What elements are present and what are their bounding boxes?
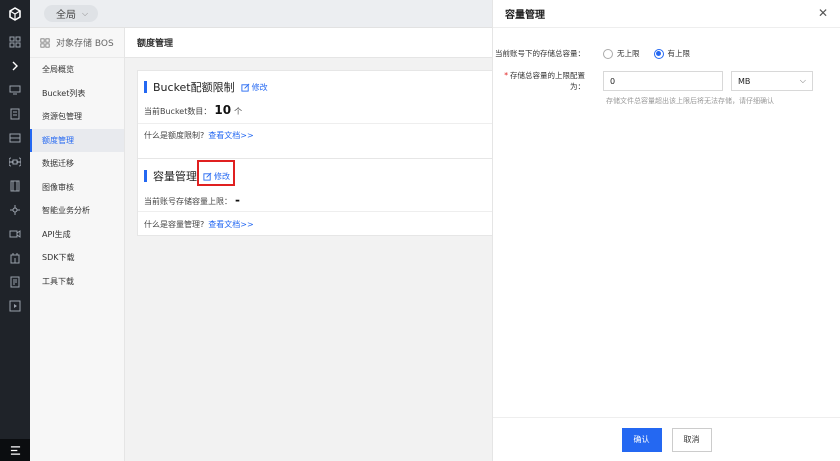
region-label: 全局 xyxy=(56,10,76,21)
dashboard-grid-icon[interactable] xyxy=(0,30,30,54)
sidebar-item-label: 全局概览 xyxy=(42,65,74,75)
storage-icon[interactable] xyxy=(0,126,30,150)
capacity-card: 容量管理 修改 当前账号存储容量上限： - 什么是容量管理? 查看文档>> xyxy=(137,158,497,236)
drawer-footer: 确认 取消 xyxy=(493,417,840,461)
menu-toggle-icon[interactable] xyxy=(0,439,30,461)
radio-limited[interactable]: 有上限 xyxy=(653,48,691,59)
global-nav-rail xyxy=(0,0,30,461)
sidebar-item-overview[interactable]: 全局概览 xyxy=(30,58,124,82)
divider xyxy=(138,123,496,124)
sidebar-item-analytics[interactable]: 智能业务分析 xyxy=(30,199,124,223)
radio-unlimited-circle xyxy=(603,48,613,59)
sidebar-item-sdk[interactable]: SDK下载 xyxy=(30,246,124,270)
capacity-mode-row: 当前账号下的存储总容量： 无上限 有上限 xyxy=(493,48,704,59)
capacity-drawer: 容量管理 ✕ 当前账号下的存储总容量： 无上限 有上限 * 存储总容量的上限配置为… xyxy=(492,0,840,461)
capacity-doc-link[interactable]: 查看文档>> xyxy=(208,220,253,229)
highlight-box xyxy=(197,160,235,186)
product-name: 对象存储 BOS xyxy=(56,39,114,49)
capacity-value-row: * 存储总容量的上限配置为： 0 MB ⌵ xyxy=(493,70,813,92)
network-icon[interactable] xyxy=(0,102,30,126)
product-sidebar: 对象存储 BOS 全局概览 Bucket列表 资源包管理 额度管理 数据迁移 图… xyxy=(30,28,125,461)
main-content: 额度管理 Bucket配额限制 修改 当前Bucket数目： 10 个 什么是额度限… xyxy=(125,28,497,461)
sidebar-item-label: SDK下载 xyxy=(42,253,75,263)
section-accent-bar xyxy=(144,170,147,182)
sidebar-item-label: 智能业务分析 xyxy=(42,206,90,216)
unit-select[interactable]: MB ⌵ xyxy=(731,71,813,91)
sidebar-item-api[interactable]: API生成 xyxy=(30,223,124,247)
bucket-count-label: 当前Bucket数目： xyxy=(144,107,212,116)
bucket-card-title: Bucket配额限制 xyxy=(153,81,235,94)
capacity-value-label: 存储总容量的上限配置为： xyxy=(510,71,585,91)
bucket-doc-link[interactable]: 查看文档>> xyxy=(208,131,253,140)
sidebar-item-label: API生成 xyxy=(42,229,71,239)
capacity-limit-value: - xyxy=(235,193,240,207)
radio-limited-label: 有上限 xyxy=(667,49,691,58)
sidebar-item-resource-pack[interactable]: 资源包管理 xyxy=(30,105,124,129)
page-title: 额度管理 xyxy=(125,28,492,58)
capacity-doc-row: 什么是容量管理? 查看文档>> xyxy=(144,219,254,230)
cloud-logo-icon[interactable] xyxy=(0,0,30,28)
expand-chevron-icon[interactable] xyxy=(0,54,30,78)
product-grid-icon xyxy=(40,37,50,48)
sidebar-item-label: 额度管理 xyxy=(42,135,74,145)
product-header: 对象存储 BOS xyxy=(30,28,124,58)
sidebar-item-label: 资源包管理 xyxy=(42,112,82,122)
sidebar-item-bucket-list[interactable]: Bucket列表 xyxy=(30,82,124,106)
drawer-title: 容量管理 xyxy=(493,0,840,28)
capacity-limit-label: 当前账号存储容量上限： xyxy=(144,197,232,206)
ai-icon[interactable] xyxy=(0,198,30,222)
compute-icon[interactable] xyxy=(0,78,30,102)
chevron-down-icon: ⌵ xyxy=(82,8,89,18)
bucket-doc-row: 什么是额度限制? 查看文档>> xyxy=(144,130,254,141)
sidebar-item-label: 数据迁移 xyxy=(42,159,74,169)
radio-unlimited-label: 无上限 xyxy=(617,49,640,58)
sidebar-item-label: 图像审核 xyxy=(42,182,74,192)
database-icon[interactable] xyxy=(0,174,30,198)
region-selector[interactable]: 全局 ⌵ xyxy=(44,5,99,22)
capacity-limit-row: 当前账号存储容量上限： - xyxy=(144,193,243,207)
chevron-down-icon: ⌵ xyxy=(799,76,806,85)
required-mark: * xyxy=(504,71,508,80)
sidebar-item-tools[interactable]: 工具下载 xyxy=(30,270,124,294)
sidebar-item-quota[interactable]: 额度管理 xyxy=(30,128,124,152)
video-icon[interactable] xyxy=(0,222,30,246)
capacity-value-label-wrap: * 存储总容量的上限配置为： xyxy=(493,70,591,92)
bucket-edit-link[interactable]: 修改 xyxy=(241,82,268,93)
edit-icon xyxy=(241,83,250,92)
radio-limited-circle xyxy=(653,48,664,59)
sidebar-item-label: Bucket列表 xyxy=(42,88,86,98)
unit-select-value: MB xyxy=(738,76,751,86)
command-icon[interactable] xyxy=(0,150,30,174)
bucket-question: 什么是额度限制? xyxy=(144,131,205,140)
capacity-card-title: 容量管理 xyxy=(153,170,197,183)
media-play-icon[interactable] xyxy=(0,294,30,318)
capacity-input[interactable]: 0 xyxy=(603,71,723,91)
confirm-button[interactable]: 确认 xyxy=(621,427,662,452)
edit-label: 修改 xyxy=(251,82,268,92)
bucket-count-value: 10 xyxy=(214,103,232,117)
sidebar-item-migration[interactable]: 数据迁移 xyxy=(30,152,124,176)
sidebar-item-image-review[interactable]: 图像审核 xyxy=(30,176,124,200)
close-icon[interactable]: ✕ xyxy=(816,6,830,20)
capacity-hint: 存储文件总容量超出该上限后将无法存储，请仔细确认 xyxy=(606,97,774,105)
building-icon[interactable] xyxy=(0,246,30,270)
capacity-mode-label: 当前账号下的存储总容量： xyxy=(495,49,585,58)
document-icon[interactable] xyxy=(0,270,30,294)
divider xyxy=(138,211,496,212)
cancel-button[interactable]: 取消 xyxy=(671,427,712,452)
capacity-question: 什么是容量管理? xyxy=(144,220,205,229)
bucket-count-unit: 个 xyxy=(234,107,243,116)
sidebar-item-label: 工具下载 xyxy=(42,276,74,286)
bucket-count-row: 当前Bucket数目： 10 个 xyxy=(144,103,242,117)
section-accent-bar xyxy=(144,81,147,93)
top-bar: 全局 ⌵ xyxy=(30,0,492,28)
radio-unlimited[interactable]: 无上限 xyxy=(603,48,640,59)
